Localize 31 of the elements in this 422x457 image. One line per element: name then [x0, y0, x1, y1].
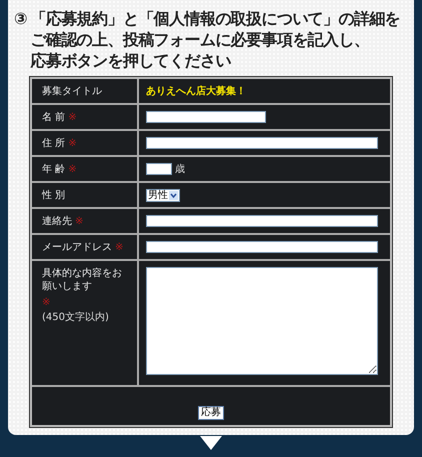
input-field[interactable]	[146, 111, 266, 123]
input-field[interactable]	[146, 137, 378, 149]
field-label: メールアドレス	[42, 240, 112, 254]
required-mark: ※	[68, 136, 77, 150]
field-label: 連絡先	[42, 214, 72, 228]
unit-label: 歳	[175, 162, 185, 176]
field-note: (450文字以内)	[42, 311, 110, 324]
heading-line: 応募ボタンを押してください	[30, 50, 232, 71]
text-area[interactable]	[146, 267, 378, 375]
field-label: 募集タイトル	[42, 84, 102, 98]
heading-line: 「応募規約」と「個人情報の取扱について」の詳細を	[30, 8, 400, 29]
recruit-title: ありえへん店大募集！	[146, 84, 246, 98]
field-label: 名 前	[42, 110, 66, 124]
input-field[interactable]	[146, 215, 378, 227]
required-mark: ※	[68, 110, 77, 124]
field-label: 住 所	[42, 136, 66, 150]
required-mark: ※	[115, 240, 124, 254]
down-arrow-icon	[200, 436, 222, 450]
field-label: 具体的な内容をお願いします	[42, 267, 123, 293]
submit-button[interactable]: 応募	[198, 406, 224, 420]
heading-line: ご確認の上、投稿フォームに必要事項を記入し、	[30, 29, 370, 50]
required-mark: ※	[68, 162, 77, 176]
input-field[interactable]	[146, 241, 378, 253]
dropdown-icon	[169, 190, 178, 200]
select-field[interactable]: 男性	[146, 188, 180, 202]
step-number: ③	[14, 8, 28, 30]
field-label: 年 齢	[42, 162, 66, 176]
required-mark: ※	[75, 214, 84, 228]
required-mark: ※	[42, 296, 50, 309]
field-label: 性 別	[42, 188, 66, 202]
input-field[interactable]	[146, 163, 172, 175]
